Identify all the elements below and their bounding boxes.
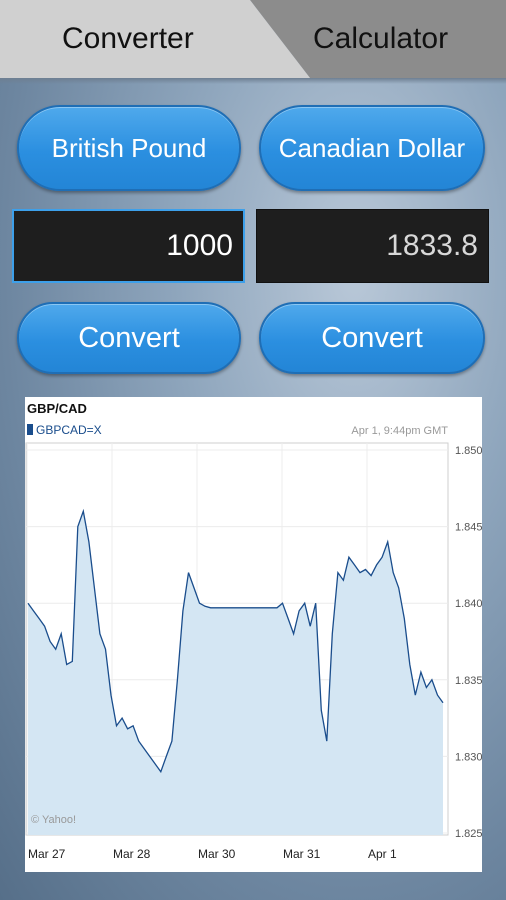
convert-left-button[interactable]: Convert	[17, 302, 241, 374]
y-tick-label: 1.840	[455, 598, 482, 610]
y-tick-label: 1.850	[455, 445, 482, 457]
from-currency-button[interactable]: British Pound	[17, 105, 241, 191]
x-tick-label: Mar 28	[113, 847, 151, 861]
result-field[interactable]: 1833.8	[256, 209, 489, 283]
x-tick-label: Mar 27	[28, 847, 66, 861]
chart-timestamp: Apr 1, 9:44pm GMT	[351, 425, 448, 437]
tab-calculator-label: Calculator	[313, 22, 449, 55]
y-tick-label: 1.825	[455, 828, 482, 840]
x-tick-label: Apr 1	[368, 847, 397, 861]
amount-input-value: 1000	[166, 229, 233, 262]
to-currency-label: Canadian Dollar	[278, 132, 466, 163]
x-tick-label: Mar 31	[283, 847, 321, 861]
convert-left-label: Convert	[78, 321, 180, 354]
to-currency-button[interactable]: Canadian Dollar	[259, 105, 485, 191]
result-value: 1833.8	[386, 229, 478, 262]
amount-input[interactable]: 1000	[12, 209, 245, 283]
legend-label: GBPCAD=X	[36, 423, 102, 437]
x-tick-label: Mar 30	[198, 847, 236, 861]
convert-right-label: Convert	[321, 321, 423, 354]
tab-bar: Calculator Converter	[0, 0, 506, 84]
y-tick-label: 1.845	[455, 522, 482, 534]
chart-credit: © Yahoo!	[31, 814, 76, 826]
y-tick-label: 1.835	[455, 675, 482, 687]
legend-swatch	[27, 424, 33, 435]
convert-right-button[interactable]: Convert	[259, 302, 485, 374]
chart-title: GBP/CAD	[27, 401, 87, 416]
exchange-rate-chart: GBP/CAD GBPCAD=X Apr 1, 9:44pm GMT 1.850…	[25, 397, 482, 872]
tab-converter-label: Converter	[62, 22, 194, 55]
tab-shadow	[0, 78, 506, 84]
y-tick-label: 1.830	[455, 751, 482, 763]
from-currency-label: British Pound	[51, 132, 207, 163]
chart-svg: GBP/CAD GBPCAD=X Apr 1, 9:44pm GMT 1.850…	[25, 401, 482, 861]
